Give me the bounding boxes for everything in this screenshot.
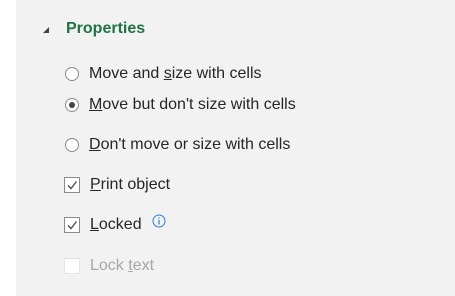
label-part: rint object [100,176,171,193]
checkmark-icon [67,221,78,230]
triangle-down-icon[interactable] [40,23,52,35]
section-title: Properties [66,20,146,37]
radio-button-selected[interactable] [65,98,79,112]
access-key: L [90,216,99,233]
option-label: Move but don't size with cells [89,96,296,114]
checkbox-print-object[interactable]: Print object [64,173,170,197]
checkmark-icon [67,181,78,190]
checkbox-locked[interactable]: Locked [64,213,166,237]
access-key: D [89,136,101,153]
label-part: on't move or size with cells [100,136,291,153]
access-key: P [90,176,101,193]
checkbox-lock-text[interactable]: Lock text [64,254,154,278]
option-label: Don't move or size with cells [89,136,290,154]
label-part: ext [132,257,155,274]
access-key: M [89,96,103,113]
label-part: Lock [90,257,129,274]
radio-dont-move-or-size-with-cells[interactable]: Don't move or size with cells [65,133,290,157]
checkbox-unchecked-disabled[interactable] [64,258,80,274]
checkbox-checked[interactable] [64,217,80,233]
label-part: ize with cells [171,65,262,82]
option-label: Locked [90,216,142,234]
checkbox-checked[interactable] [64,177,80,193]
label-part: ocked [98,216,142,233]
radio-move-and-size-with-cells[interactable]: Move and size with cells [65,62,262,86]
label-part: Move and [89,65,164,82]
radio-button[interactable] [65,67,79,81]
radio-button[interactable] [65,138,79,152]
properties-section-header[interactable]: Properties [40,17,145,41]
access-key: s [163,65,172,82]
info-icon[interactable] [152,214,166,228]
option-label: Lock text [90,257,154,275]
label-part: ove but don't size with cells [102,96,296,113]
radio-move-but-dont-size-with-cells[interactable]: Move but don't size with cells [65,93,296,117]
option-label: Print object [90,176,170,194]
format-properties-panel: Properties Move and size with cells Move… [16,0,455,296]
option-label: Move and size with cells [89,65,262,83]
